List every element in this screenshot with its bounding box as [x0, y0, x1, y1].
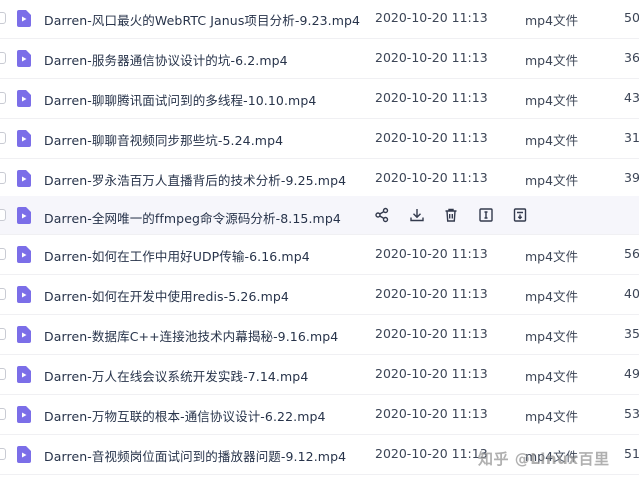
file-row[interactable]: Darren-万人在线会议系统开发实践-7.14.mp4 2020-10-20 … — [0, 356, 639, 395]
video-file-icon — [17, 286, 31, 303]
video-file-icon — [17, 170, 31, 187]
file-row[interactable]: Darren-服务器通信协议设计的坑-6.2.mp4 2020-10-20 11… — [0, 40, 639, 79]
file-size: 36 — [624, 50, 639, 65]
download-icon[interactable] — [409, 207, 425, 223]
file-row[interactable]: Darren-聊聊音视频同步那些坑-5.24.mp4 2020-10-20 11… — [0, 120, 639, 159]
file-row[interactable]: Darren-罗永浩百万人直播背后的技术分析-9.25.mp4 2020-10-… — [0, 160, 639, 199]
file-name[interactable]: Darren-万人在线会议系统开发实践-7.14.mp4 — [44, 366, 308, 385]
share-icon[interactable] — [374, 207, 390, 223]
row-checkbox[interactable] — [0, 448, 6, 460]
file-name[interactable]: Darren-数据库C++连接池技术内幕揭秘-9.16.mp4 — [44, 326, 338, 345]
file-name[interactable]: Darren-如何在工作中用好UDP传输-6.16.mp4 — [44, 246, 310, 265]
file-size: 51 — [624, 446, 639, 461]
video-file-icon — [17, 406, 31, 423]
file-size: 40 — [624, 286, 639, 301]
row-checkbox[interactable] — [0, 92, 6, 104]
file-date: 2020-10-20 11:13 — [375, 366, 488, 381]
file-size: 56 — [624, 246, 639, 261]
file-date: 2020-10-20 11:13 — [375, 446, 488, 461]
file-row[interactable]: Darren-数据库C++连接池技术内幕揭秘-9.16.mp4 2020-10-… — [0, 316, 639, 355]
file-row[interactable]: Darren-如何在开发中使用redis-5.26.mp4 2020-10-20… — [0, 276, 639, 315]
row-checkbox[interactable] — [0, 368, 6, 380]
rename-icon[interactable] — [478, 207, 494, 223]
file-date: 2020-10-20 11:13 — [375, 286, 488, 301]
file-type: mp4文件 — [525, 133, 579, 148]
file-size: 43 — [624, 90, 639, 105]
file-type: mp4文件 — [525, 329, 579, 344]
file-name[interactable]: Darren-如何在开发中使用redis-5.26.mp4 — [44, 286, 289, 305]
video-file-icon — [17, 366, 31, 383]
file-date: 2020-10-20 11:13 — [375, 246, 488, 261]
video-file-icon — [17, 90, 31, 107]
file-type: mp4文件 — [525, 93, 579, 108]
file-row[interactable]: Darren-万物互联的根本-通信协议设计-6.22.mp4 2020-10-2… — [0, 396, 639, 435]
row-checkbox[interactable] — [0, 132, 6, 144]
video-file-icon — [17, 326, 31, 343]
file-type: mp4文件 — [525, 13, 579, 28]
video-file-icon — [17, 50, 31, 67]
row-checkbox[interactable] — [0, 52, 6, 64]
file-name[interactable]: Darren-万物互联的根本-通信协议设计-6.22.mp4 — [44, 406, 326, 425]
file-name[interactable]: Darren-罗永浩百万人直播背后的技术分析-9.25.mp4 — [44, 170, 346, 189]
video-file-icon — [17, 446, 31, 463]
row-checkbox[interactable] — [0, 248, 6, 260]
row-checkbox[interactable] — [0, 172, 6, 184]
video-file-icon — [17, 246, 31, 263]
watermark: 知乎 @Linux百里 — [478, 450, 610, 468]
file-name[interactable]: Darren-全网唯一的ffmpeg命令源码分析-8.15.mp4 — [44, 208, 341, 227]
video-file-icon — [17, 207, 31, 224]
file-type: mp4文件 — [525, 173, 579, 188]
file-type: mp4文件 — [525, 289, 579, 304]
file-type: mp4文件 — [525, 249, 579, 264]
file-size: 35 — [624, 326, 639, 341]
file-date: 2020-10-20 11:13 — [375, 10, 488, 25]
video-file-icon — [17, 10, 31, 27]
row-checkbox[interactable] — [0, 209, 6, 221]
row-checkbox[interactable] — [0, 12, 6, 24]
file-row[interactable]: Darren-风口最火的WebRTC Janus项目分析-9.23.mp4 20… — [0, 0, 639, 39]
file-name[interactable]: Darren-聊聊腾讯面试问到的多线程-10.10.mp4 — [44, 90, 316, 109]
row-checkbox[interactable] — [0, 288, 6, 300]
delete-icon[interactable] — [443, 207, 459, 223]
row-checkbox[interactable] — [0, 328, 6, 340]
file-date: 2020-10-20 11:13 — [375, 326, 488, 341]
file-name[interactable]: Darren-音视频岗位面试问到的播放器问题-9.12.mp4 — [44, 446, 346, 465]
file-row[interactable]: Darren-如何在工作中用好UDP传输-6.16.mp4 2020-10-20… — [0, 236, 639, 275]
file-type: mp4文件 — [525, 53, 579, 68]
file-size: 53 — [624, 406, 639, 421]
file-row-hovered[interactable]: Darren-全网唯一的ffmpeg命令源码分析-8.15.mp4 — [0, 196, 639, 235]
file-date: 2020-10-20 11:13 — [375, 406, 488, 421]
file-size: 49 — [624, 366, 639, 381]
file-type: mp4文件 — [525, 369, 579, 384]
file-date: 2020-10-20 11:13 — [375, 130, 488, 145]
file-name[interactable]: Darren-聊聊音视频同步那些坑-5.24.mp4 — [44, 130, 283, 149]
file-date: 2020-10-20 11:13 — [375, 90, 488, 105]
file-type: mp4文件 — [525, 409, 579, 424]
video-file-icon — [17, 130, 31, 147]
file-name[interactable]: Darren-服务器通信协议设计的坑-6.2.mp4 — [44, 50, 288, 69]
file-name[interactable]: Darren-风口最火的WebRTC Janus项目分析-9.23.mp4 — [44, 10, 360, 29]
move-icon[interactable] — [512, 207, 528, 223]
file-date: 2020-10-20 11:13 — [375, 170, 488, 185]
file-size: 39 — [624, 170, 639, 185]
file-row[interactable]: Darren-聊聊腾讯面试问到的多线程-10.10.mp4 2020-10-20… — [0, 80, 639, 119]
row-checkbox[interactable] — [0, 408, 6, 420]
file-date: 2020-10-20 11:13 — [375, 50, 488, 65]
file-size: 50 — [624, 10, 639, 25]
file-size: 31 — [624, 130, 639, 145]
